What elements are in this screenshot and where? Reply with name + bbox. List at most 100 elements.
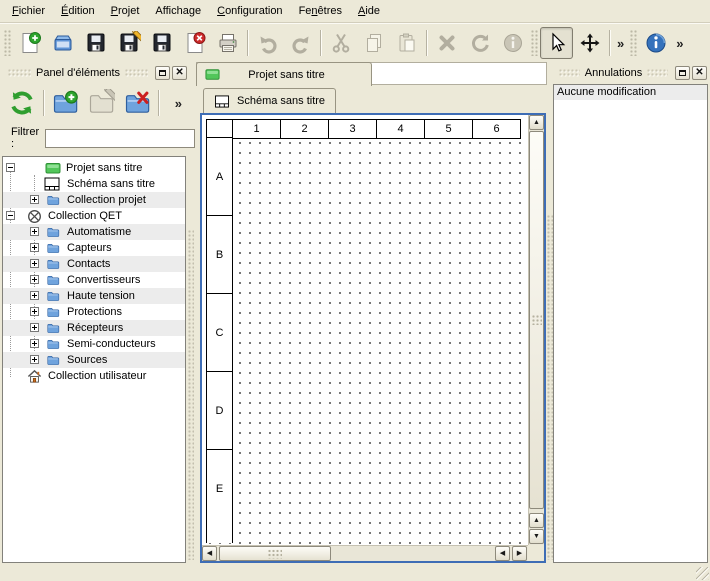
elements-tree: Projet sans titre Schéma sans titre Coll… bbox=[2, 156, 186, 563]
toolbar-overflow-button[interactable]: » bbox=[613, 36, 628, 51]
info-button[interactable] bbox=[496, 27, 529, 59]
tree-item-automatisme[interactable]: Automatisme bbox=[3, 224, 185, 240]
expand-expander-icon[interactable] bbox=[30, 243, 39, 252]
toolbar-drag-handle[interactable] bbox=[630, 30, 637, 56]
annulations-title: Annulations bbox=[585, 67, 643, 79]
folder-icon bbox=[45, 257, 61, 271]
undo-button[interactable] bbox=[251, 27, 284, 59]
delete-button[interactable] bbox=[430, 27, 463, 59]
tree-item-recepteurs[interactable]: Récepteurs bbox=[3, 320, 185, 336]
menu-configuration[interactable]: Configuration bbox=[209, 2, 290, 20]
tree-item-collection-qet[interactable]: Collection QET bbox=[3, 208, 185, 224]
print-button[interactable] bbox=[211, 27, 244, 59]
panel-toolbar-overflow-button[interactable]: » bbox=[171, 96, 186, 111]
toolbar-overflow-button[interactable]: » bbox=[672, 36, 687, 51]
redo-button[interactable] bbox=[284, 27, 317, 59]
filter-input[interactable] bbox=[45, 129, 195, 148]
header-corner-cell bbox=[206, 119, 233, 139]
tree-item-collection-projet[interactable]: Collection projet bbox=[3, 192, 185, 208]
new-category-button[interactable] bbox=[47, 85, 83, 121]
resize-grip[interactable] bbox=[696, 567, 709, 580]
expand-expander-icon[interactable] bbox=[30, 275, 39, 284]
toolbar-drag-handle[interactable] bbox=[531, 30, 538, 56]
tree-item-collection-utilisateur[interactable]: Collection utilisateur bbox=[3, 368, 185, 384]
vertical-scrollbar[interactable]: ▲ ▲ ▼ bbox=[528, 115, 544, 545]
expand-expander-icon[interactable] bbox=[30, 259, 39, 268]
tab-schema-sans-titre[interactable]: Schéma sans titre bbox=[203, 88, 336, 113]
dock-float-button[interactable] bbox=[675, 66, 690, 80]
schema-tab-bar: Schéma sans titre bbox=[196, 86, 547, 113]
annulations-titlebar[interactable]: Annulations ✕ bbox=[551, 64, 710, 81]
menu-affichage[interactable]: Affichage bbox=[147, 2, 209, 20]
paste-button[interactable] bbox=[390, 27, 423, 59]
tree-item-schema[interactable]: Schéma sans titre bbox=[3, 176, 185, 192]
select-tool-button[interactable] bbox=[540, 27, 573, 59]
scroll-right-button[interactable]: ▶ bbox=[512, 546, 527, 561]
dock-close-button[interactable]: ✕ bbox=[172, 66, 187, 80]
scroll-up-button-bottom[interactable]: ▲ bbox=[529, 513, 544, 528]
menu-edition[interactable]: Édition bbox=[53, 2, 103, 20]
dock-float-button[interactable] bbox=[155, 66, 170, 80]
new-file-button[interactable] bbox=[13, 27, 46, 59]
tree-item-project[interactable]: Projet sans titre bbox=[3, 160, 185, 176]
undo-history-list[interactable]: Aucune modification bbox=[553, 84, 708, 563]
toolbar-drag-handle[interactable] bbox=[4, 30, 11, 56]
horizontal-scrollbar[interactable]: ◀ ◀ ▶ bbox=[202, 545, 528, 561]
help-info-button[interactable] bbox=[639, 27, 672, 59]
print-icon bbox=[216, 31, 240, 55]
expand-expander-icon[interactable] bbox=[30, 307, 39, 316]
schema-icon bbox=[44, 177, 60, 191]
expand-expander-icon[interactable] bbox=[30, 227, 39, 236]
save-as-button[interactable] bbox=[112, 27, 145, 59]
tree-item-convertisseurs[interactable]: Convertisseurs bbox=[3, 272, 185, 288]
tab-projet-sans-titre[interactable]: Projet sans titre bbox=[196, 62, 372, 86]
expand-expander-icon[interactable] bbox=[30, 339, 39, 348]
close-file-button[interactable] bbox=[178, 27, 211, 59]
move-tool-button[interactable] bbox=[573, 27, 606, 59]
expand-expander-icon[interactable] bbox=[30, 323, 39, 332]
vertical-scroll-thumb[interactable] bbox=[529, 131, 544, 509]
save-all-button[interactable] bbox=[145, 27, 178, 59]
expand-expander-icon[interactable] bbox=[30, 291, 39, 300]
menu-fichier[interactable]: Fichier bbox=[4, 2, 53, 20]
tree-item-semi-conducteurs[interactable]: Semi-conducteurs bbox=[3, 336, 185, 352]
application-window: { "menu": { "items": [ { "pre": "", "key… bbox=[0, 0, 710, 581]
scroll-left-button[interactable]: ◀ bbox=[202, 546, 217, 561]
delete-category-button[interactable] bbox=[119, 85, 155, 121]
menu-aide[interactable]: Aide bbox=[350, 2, 388, 20]
expand-expander-icon[interactable] bbox=[30, 195, 39, 204]
edit-category-button[interactable] bbox=[83, 85, 119, 121]
scroll-up-button[interactable]: ▲ bbox=[529, 115, 544, 130]
undo-list-item[interactable]: Aucune modification bbox=[554, 85, 707, 100]
redo-icon bbox=[289, 31, 313, 55]
folder-icon bbox=[45, 193, 61, 207]
tree-item-capteurs[interactable]: Capteurs bbox=[3, 240, 185, 256]
elements-panel-titlebar[interactable]: Panel d'éléments ✕ bbox=[0, 64, 190, 81]
schema-drawing-area[interactable]: 1 2 3 4 5 6 A B C D E bbox=[202, 115, 528, 545]
collapse-expander-icon[interactable] bbox=[6, 211, 15, 220]
copy-button[interactable] bbox=[357, 27, 390, 59]
scroll-down-button[interactable]: ▼ bbox=[529, 529, 544, 544]
open-file-button[interactable] bbox=[46, 27, 79, 59]
help-info-icon bbox=[644, 31, 668, 55]
save-icon bbox=[84, 31, 108, 55]
dock-close-button[interactable]: ✕ bbox=[692, 66, 707, 80]
expand-expander-icon[interactable] bbox=[30, 355, 39, 364]
scroll-left-button-right[interactable]: ◀ bbox=[495, 546, 510, 561]
dock-handle-texture bbox=[125, 69, 148, 77]
menu-projet[interactable]: Projet bbox=[103, 2, 148, 20]
rotate-button[interactable] bbox=[463, 27, 496, 59]
tree-item-haute-tension[interactable]: Haute tension bbox=[3, 288, 185, 304]
menu-fenetres[interactable]: Fenêtres bbox=[291, 2, 350, 20]
reload-collections-button[interactable] bbox=[4, 85, 40, 121]
collapse-expander-icon[interactable] bbox=[6, 163, 15, 172]
left-splitter-handle[interactable] bbox=[188, 230, 194, 560]
row-header-column: A B C D E bbox=[206, 138, 233, 543]
schema-icon bbox=[214, 95, 230, 108]
cut-button[interactable] bbox=[324, 27, 357, 59]
tree-item-contacts[interactable]: Contacts bbox=[3, 256, 185, 272]
tree-item-sources[interactable]: Sources bbox=[3, 352, 185, 368]
save-button[interactable] bbox=[79, 27, 112, 59]
horizontal-scroll-thumb[interactable] bbox=[219, 546, 331, 561]
tree-item-protections[interactable]: Protections bbox=[3, 304, 185, 320]
